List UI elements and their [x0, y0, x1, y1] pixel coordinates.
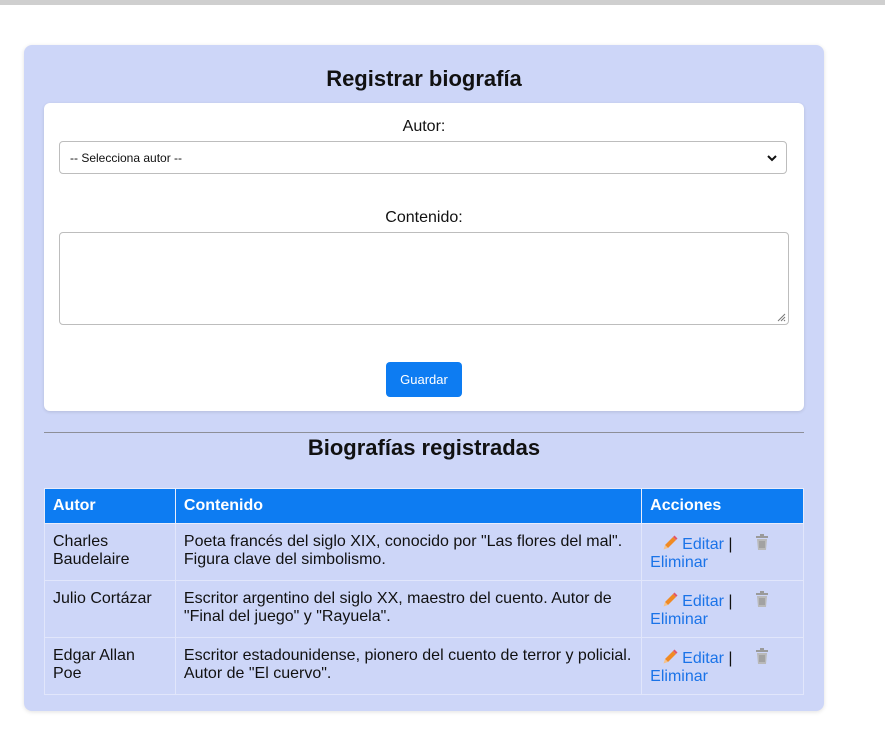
row-author: Julio Cortázar: [44, 580, 176, 638]
biography-panel: Registrar biografía Autor: -- Selecciona…: [24, 45, 824, 711]
author-select-value: -- Selecciona autor --: [70, 150, 183, 165]
row-author: Edgar Allan Poe: [44, 637, 176, 695]
delete-link[interactable]: Eliminar: [650, 554, 708, 571]
header-actions: Acciones: [641, 488, 804, 524]
content-textarea[interactable]: [59, 232, 789, 325]
save-button[interactable]: Guardar: [386, 362, 462, 397]
author-label: Autor:: [402, 118, 446, 135]
table-row: Charles Baudelaire Poeta francés del sig…: [44, 523, 804, 581]
delete-link[interactable]: Eliminar: [650, 611, 708, 628]
trash-icon[interactable]: [753, 533, 771, 551]
author-select[interactable]: -- Selecciona autor --: [59, 141, 787, 174]
row-actions: Editar | Eliminar: [641, 580, 804, 638]
row-content: Escritor estadounidense, pionero del cue…: [174, 637, 643, 695]
header-author: Autor: [44, 488, 176, 524]
edit-button[interactable]: Editar: [650, 535, 728, 553]
resize-grip-icon[interactable]: [777, 313, 786, 322]
section-divider: [44, 432, 804, 433]
delete-link[interactable]: Eliminar: [650, 668, 708, 685]
table-row: Julio Cortázar Escritor argentino del si…: [44, 580, 804, 638]
action-separator: |: [728, 536, 733, 553]
content-label: Contenido:: [385, 209, 463, 226]
pencil-icon: [663, 592, 678, 607]
table-row: Edgar Allan Poe Escritor estadounidense,…: [44, 637, 804, 695]
header-content: Contenido: [174, 488, 643, 524]
action-separator: |: [728, 650, 733, 667]
edit-button[interactable]: Editar: [650, 592, 728, 610]
trash-icon[interactable]: [753, 590, 771, 608]
row-actions: Editar | Eliminar: [641, 523, 804, 581]
action-separator: |: [728, 593, 733, 610]
list-title: Biografías registradas: [307, 435, 541, 460]
pencil-icon: [663, 535, 678, 550]
row-content: Escritor argentino del siglo XX, maestro…: [174, 580, 643, 638]
row-content: Poeta francés del siglo XIX, conocido po…: [174, 523, 643, 581]
biographies-table: Autor Contenido Acciones Charles Baudela…: [44, 488, 804, 695]
edit-link[interactable]: Editar: [682, 536, 724, 553]
form-title: Registrar biografía: [326, 66, 522, 91]
table-header-row: Autor Contenido Acciones: [44, 488, 804, 524]
pencil-icon: [663, 649, 678, 664]
chevron-down-icon: [767, 155, 777, 162]
edit-button[interactable]: Editar: [650, 649, 728, 667]
trash-icon[interactable]: [753, 647, 771, 665]
browser-top-border: [0, 0, 885, 5]
biography-form: Autor: -- Selecciona autor -- Contenido:…: [44, 103, 804, 411]
row-actions: Editar | Eliminar: [641, 637, 804, 695]
edit-link[interactable]: Editar: [682, 593, 724, 610]
edit-link[interactable]: Editar: [682, 650, 724, 667]
row-author: Charles Baudelaire: [44, 523, 176, 581]
